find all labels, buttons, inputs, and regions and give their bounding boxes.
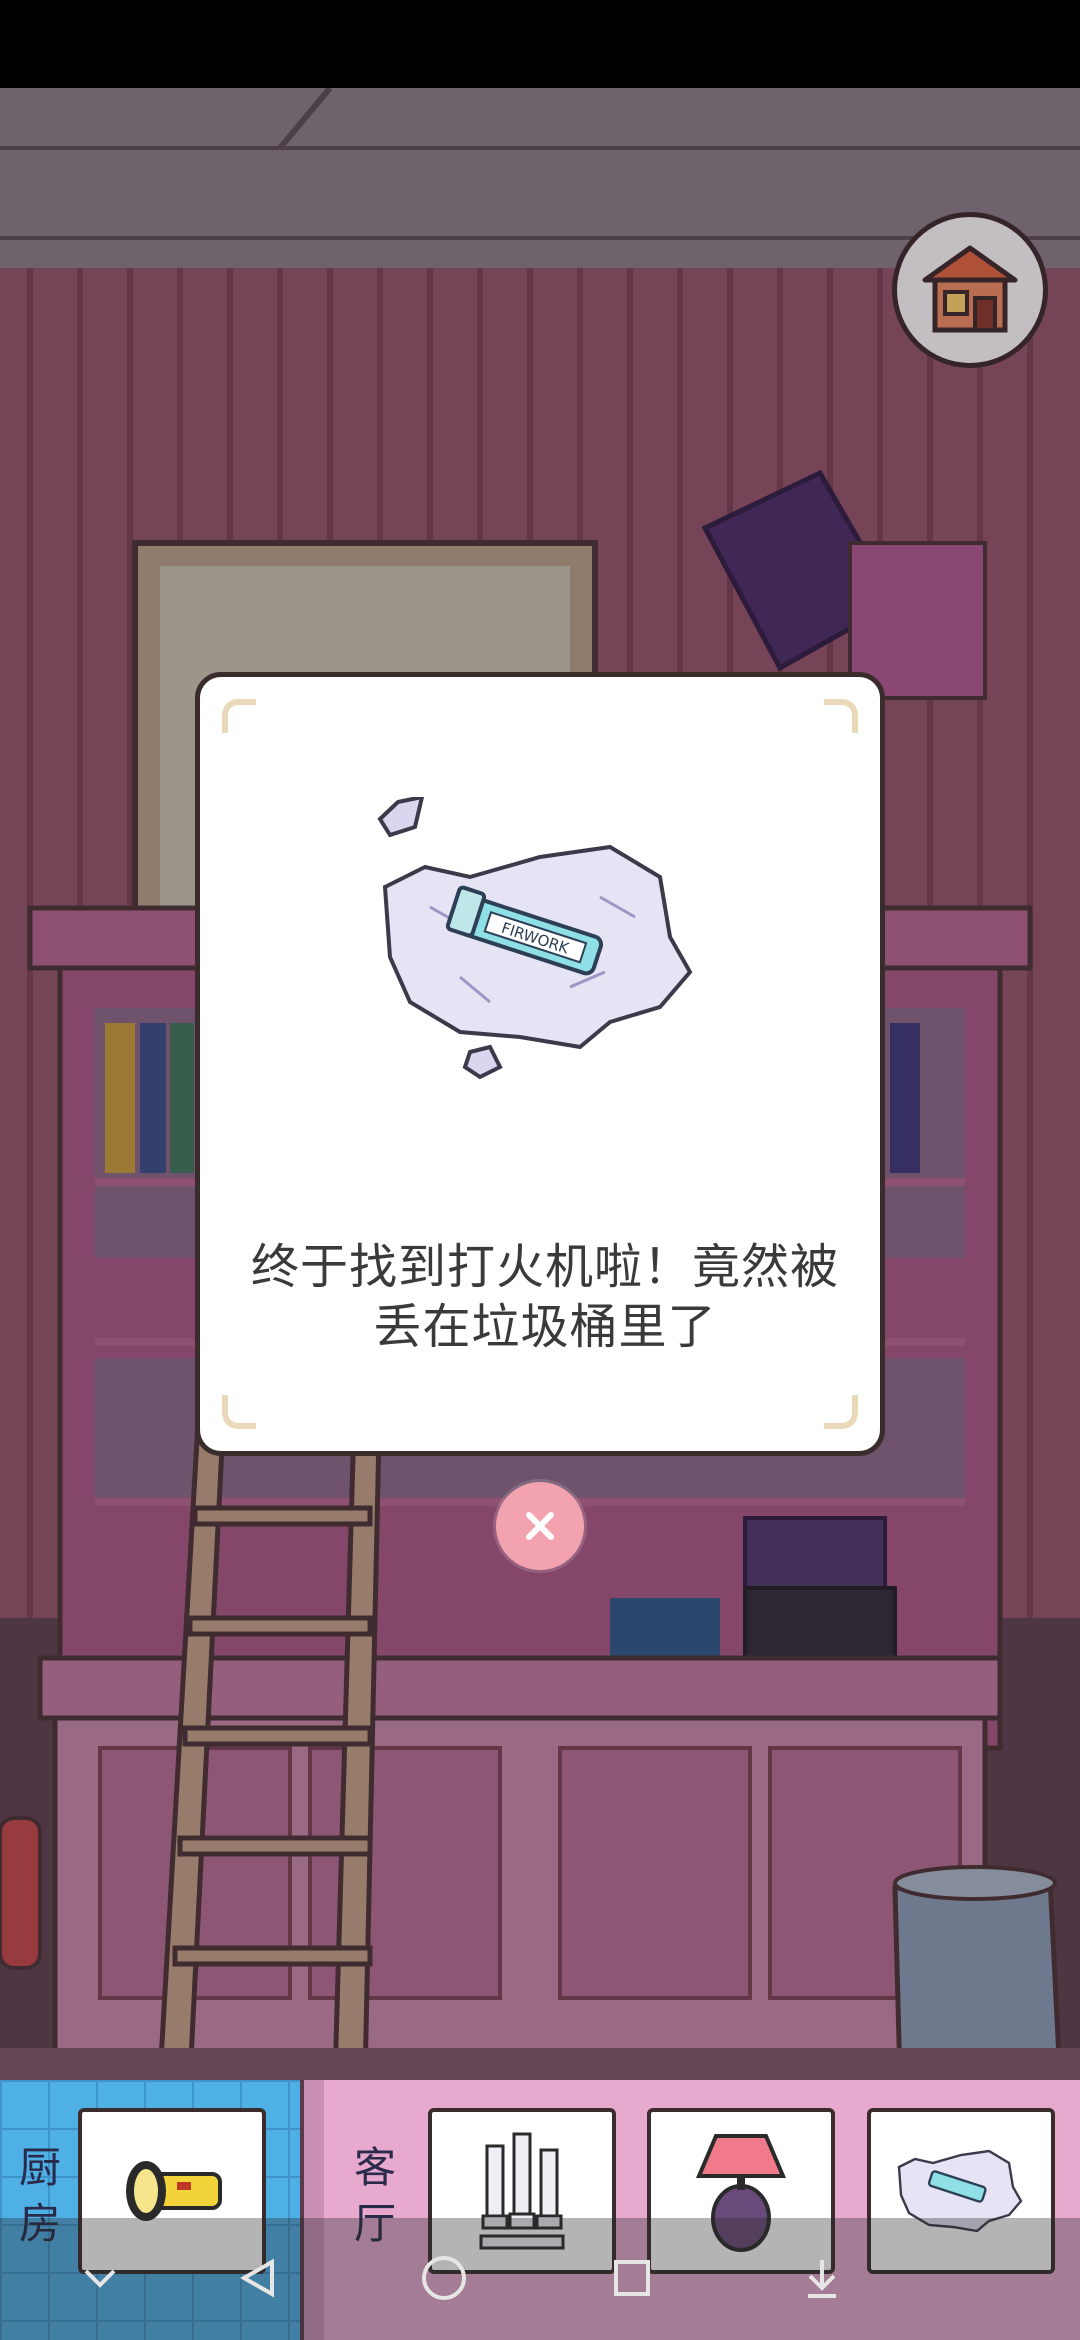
nav-extra-button[interactable]	[790, 2246, 854, 2310]
close-button[interactable]	[496, 1482, 584, 1570]
corner-ornament	[222, 1395, 256, 1429]
system-nav-bar	[0, 2218, 1080, 2340]
corner-ornament	[824, 1395, 858, 1429]
lighter-on-paper-illustration: FIRWORK	[377, 797, 693, 1080]
status-bar	[0, 0, 1080, 88]
dialog-message: 终于找到打火机啦！竟然被丢在垃圾桶里了	[250, 1239, 839, 1355]
corner-ornament	[824, 699, 858, 733]
corner-ornament	[222, 699, 256, 733]
download-icon	[808, 2260, 836, 2298]
recents-square-icon	[614, 2260, 650, 2296]
close-icon	[526, 1512, 554, 1540]
home-circle-icon	[422, 2256, 466, 2300]
nav-collapse-button[interactable]	[68, 2246, 132, 2310]
nav-recents-button[interactable]	[600, 2246, 664, 2310]
item-found-dialog: FIRWORK 终于找到打火机啦！竟然被丢在垃圾桶里了	[195, 672, 885, 1456]
back-triangle-icon	[239, 2258, 274, 2298]
nav-home-button[interactable]	[412, 2246, 476, 2310]
nav-back-button[interactable]	[226, 2246, 290, 2310]
chevron-down-icon	[84, 2269, 116, 2288]
